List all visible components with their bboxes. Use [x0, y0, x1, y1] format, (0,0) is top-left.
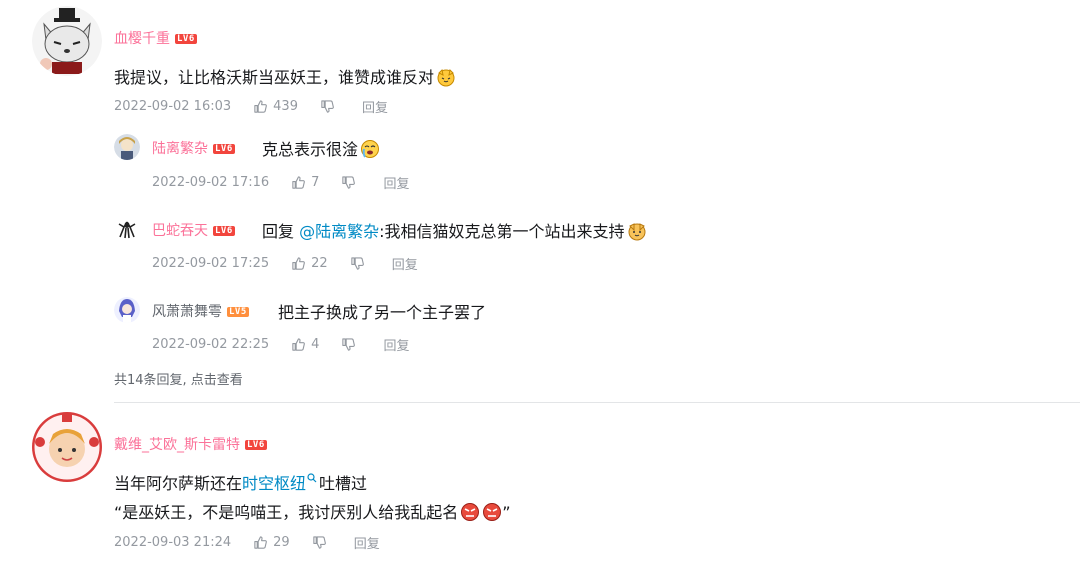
- dislike-button[interactable]: [320, 99, 340, 114]
- thumb-up-icon: [291, 256, 306, 271]
- search-link[interactable]: 时空枢纽: [242, 474, 306, 493]
- comment-text: 我提议，让比格沃斯当巫妖王，谁赞成谁反对: [114, 64, 456, 88]
- username-link[interactable]: 巴蛇吞天: [152, 223, 208, 239]
- comment-body: ”: [502, 503, 511, 522]
- reply-username[interactable]: 陆离繁杂 LV6: [152, 138, 235, 158]
- level-badge: LV6: [245, 440, 267, 450]
- timestamp: 2022-09-02 16:03: [114, 99, 232, 114]
- dislike-button[interactable]: [312, 535, 332, 550]
- crying-emoji-icon: [361, 140, 380, 158]
- festive-avatar-icon: [32, 412, 102, 482]
- timestamp: 2022-09-02 22:25: [152, 337, 270, 352]
- level-badge: LV6: [213, 226, 235, 236]
- mention-link[interactable]: @陆离繁杂: [299, 222, 379, 241]
- thumb-down-icon: [320, 99, 335, 114]
- comment-text-line2: “是巫妖王，不是呜喵王，我讨厌别人给我乱起名 ”: [114, 499, 511, 523]
- comment-divider: [114, 402, 1080, 403]
- reply-meta: 2022-09-02 22:25 4 回复: [152, 335, 409, 354]
- level-badge: LV6: [175, 34, 197, 44]
- comment-username[interactable]: 血樱千重 LV6: [114, 28, 197, 48]
- thumb-up-icon: [291, 337, 306, 352]
- like-button[interactable]: 439: [253, 99, 298, 114]
- reply-text: 回复 @陆离繁杂:我相信猫奴克总第一个站出来支持: [262, 218, 647, 242]
- reply-button[interactable]: 回复: [383, 335, 409, 354]
- dislike-button[interactable]: [341, 175, 361, 190]
- like-count: 22: [311, 256, 328, 271]
- username-link[interactable]: 陆离繁杂: [152, 141, 208, 157]
- reply-button[interactable]: 回复: [383, 173, 409, 192]
- comment-meta: 2022-09-03 21:24 29 回复: [114, 533, 380, 552]
- comment-text-line1: 当年阿尔萨斯还在时空枢纽 吐槽过: [114, 470, 367, 494]
- username-link[interactable]: 风萧萧舞雩: [152, 304, 222, 320]
- comment-body: 吐槽过: [319, 474, 368, 493]
- thumb-down-icon: [312, 535, 327, 550]
- thumb-up-icon: [253, 99, 268, 114]
- timestamp: 2022-09-02 17:25: [152, 256, 270, 271]
- username-link[interactable]: 血樱千重: [114, 31, 170, 47]
- comment-username[interactable]: 戴维_艾欧_斯卡雷特 LV6: [114, 434, 267, 454]
- like-count: 4: [311, 337, 320, 352]
- avatar[interactable]: [114, 134, 140, 160]
- thumb-down-icon: [341, 175, 356, 190]
- thumb-up-icon: [253, 535, 268, 550]
- reply-body: 克总表示很淦: [262, 140, 359, 159]
- anime-avatar-icon: [114, 134, 140, 160]
- spider-avatar-icon: [114, 216, 140, 242]
- level-badge: LV5: [227, 307, 249, 317]
- thumb-down-icon: [350, 256, 365, 271]
- search-icon: [307, 473, 317, 483]
- reply-body: 把主子换成了另一个主子罢了: [278, 303, 487, 322]
- level-badge: LV6: [213, 144, 235, 154]
- timestamp: 2022-09-03 21:24: [114, 535, 232, 550]
- like-button[interactable]: 29: [253, 535, 290, 550]
- avatar[interactable]: [32, 6, 102, 76]
- view-more-replies[interactable]: 共14条回复, 点击查看: [114, 369, 243, 388]
- like-count: 439: [273, 99, 298, 114]
- like-button[interactable]: 4: [291, 337, 319, 352]
- reply-meta: 2022-09-02 17:25 22 回复: [152, 254, 418, 273]
- reply-username[interactable]: 巴蛇吞天 LV6: [152, 220, 235, 240]
- anime-girl-avatar-icon: [114, 297, 140, 323]
- like-count: 7: [311, 175, 320, 190]
- comment-body: 当年阿尔萨斯还在: [114, 474, 243, 493]
- reply-button[interactable]: 回复: [354, 533, 380, 552]
- timestamp: 2022-09-02 17:16: [152, 175, 270, 190]
- avatar[interactable]: [114, 216, 140, 242]
- thumb-down-icon: [341, 337, 356, 352]
- reply-prefix: 回复: [262, 222, 295, 241]
- angry-emoji-icon: [461, 503, 480, 521]
- comment-meta: 2022-09-02 16:03 439 回复: [114, 97, 388, 116]
- reply-text: 克总表示很淦: [262, 136, 380, 160]
- dog-emoji-icon: [628, 223, 646, 241]
- cat-avatar-icon: [32, 6, 102, 76]
- like-count: 29: [273, 535, 290, 550]
- reply-text: 把主子换成了另一个主子罢了: [278, 299, 486, 323]
- reply-button[interactable]: 回复: [392, 254, 418, 273]
- dislike-button[interactable]: [341, 337, 361, 352]
- reply-meta: 2022-09-02 17:16 7 回复: [152, 173, 409, 192]
- like-button[interactable]: 22: [291, 256, 328, 271]
- reply-button[interactable]: 回复: [362, 97, 388, 116]
- comment-body: 我提议，让比格沃斯当巫妖王，谁赞成谁反对: [114, 68, 435, 87]
- cat-emoji-icon: [437, 68, 455, 87]
- reply-body: :我相信猫奴克总第一个站出来支持: [379, 222, 625, 241]
- angry-emoji-icon: [483, 503, 502, 521]
- thumb-up-icon: [291, 175, 306, 190]
- avatar[interactable]: [32, 412, 102, 482]
- like-button[interactable]: 7: [291, 175, 319, 190]
- comment-body: “是巫妖王，不是呜喵王，我讨厌别人给我乱起名: [114, 503, 459, 522]
- username-link[interactable]: 戴维_艾欧_斯卡雷特: [114, 437, 240, 453]
- reply-username[interactable]: 风萧萧舞雩 LV5: [152, 301, 249, 321]
- avatar[interactable]: [114, 297, 140, 323]
- dislike-button[interactable]: [350, 256, 370, 271]
